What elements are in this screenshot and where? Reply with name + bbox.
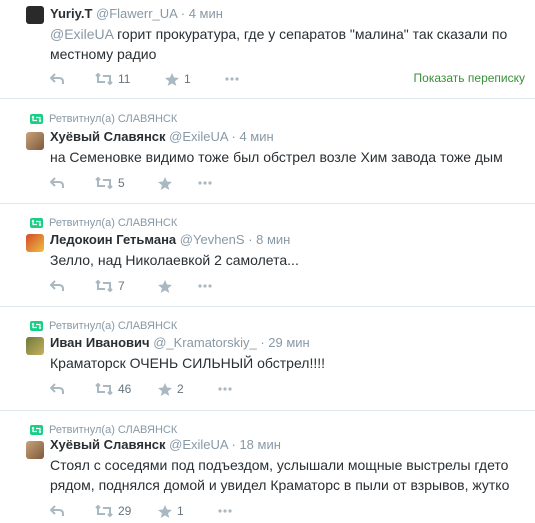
avatar[interactable] (26, 337, 44, 355)
author-handle[interactable]: @YevhenS (180, 232, 245, 247)
retweet-icon (95, 280, 113, 292)
favorite-action[interactable]: 2 (158, 382, 218, 396)
tweet-time[interactable]: · 18 мин (232, 437, 281, 452)
retweet-count: 11 (118, 72, 131, 86)
reply-icon[interactable] (50, 383, 95, 395)
author-handle[interactable]: @Flawerr_UA (96, 6, 177, 21)
retweeted-by: Ретвитнул(а) СЛАВЯНСК (30, 217, 177, 229)
favorite-action[interactable] (158, 279, 198, 293)
retweet-badge-icon (30, 218, 43, 228)
tweet-header: Ледокоин Гетьмана @YevhenS · 8 мин (50, 232, 290, 247)
more-icon[interactable] (218, 509, 232, 513)
tweet-time[interactable]: · 4 мин (232, 129, 274, 144)
tweet-1[interactable]: Yuriy.T @Flawerr_UA · 4 мин @ExileUA гор… (0, 0, 535, 98)
more-icon[interactable] (198, 284, 212, 288)
retweet-icon (95, 73, 113, 85)
more-icon[interactable] (225, 77, 239, 81)
tweet-actions: 7 (50, 278, 212, 294)
mention-link[interactable]: @ExileUA (50, 26, 113, 42)
avatar[interactable] (26, 234, 44, 252)
favorite-icon (158, 176, 172, 190)
tweet-header: Yuriy.T @Flawerr_UA · 4 мин (50, 6, 223, 21)
retweet-icon (95, 505, 113, 517)
tweet-text: на Семеновке видимо тоже был обстрел воз… (50, 149, 503, 165)
author-handle[interactable]: @_Kramatorskiy_ (153, 335, 257, 350)
tweet-actions: 11 1 (50, 71, 239, 87)
retweeted-by-label[interactable]: Ретвитнул(а) СЛАВЯНСК (49, 320, 177, 332)
author-handle[interactable]: @ExileUA (169, 129, 228, 144)
tweet-time[interactable]: · 29 мин (260, 335, 309, 350)
retweet-badge-icon (30, 321, 43, 331)
author-name[interactable]: Хуёвый Славянск (50, 129, 166, 144)
tweet-time[interactable]: · 8 мин (248, 232, 290, 247)
favorite-count: 1 (184, 72, 191, 86)
reply-icon[interactable] (50, 73, 95, 85)
retweet-count: 7 (118, 279, 125, 293)
tweet-header: Хуёвый Славянск @ExileUA · 18 мин (50, 437, 281, 452)
reply-icon[interactable] (50, 177, 95, 189)
tweet-actions: 5 (50, 175, 212, 191)
favorite-action[interactable] (158, 176, 198, 190)
favorite-icon (165, 72, 179, 86)
retweeted-by-label[interactable]: Ретвитнул(а) СЛАВЯНСК (49, 113, 177, 125)
retweeted-by: Ретвитнул(а) СЛАВЯНСК (30, 424, 177, 436)
retweet-badge-icon (30, 425, 43, 435)
retweet-action[interactable]: 29 (95, 504, 158, 518)
favorite-icon (158, 382, 172, 396)
favorite-icon (158, 504, 172, 518)
author-name[interactable]: Yuriy.T (50, 6, 92, 21)
author-name[interactable]: Ледокоин Гетьмана (50, 232, 176, 247)
tweet-actions: 46 2 (50, 381, 232, 397)
tweet-header: Иван Иванович @_Kramatorskiy_ · 29 мин (50, 335, 310, 350)
tweet-body: горит прокуратура, где у сепаратов "мали… (50, 26, 508, 62)
tweet-text: Краматорск ОЧЕНЬ СИЛЬНЫЙ обстрел!!!! (50, 355, 326, 371)
favorite-action[interactable]: 1 (165, 72, 225, 86)
retweeted-by: Ретвитнул(а) СЛАВЯНСК (30, 113, 177, 125)
more-icon[interactable] (198, 181, 212, 185)
show-conversation-link[interactable]: Показать переписку (414, 71, 525, 85)
reply-icon[interactable] (50, 505, 95, 517)
favorite-count: 2 (177, 382, 184, 396)
retweeted-by: Ретвитнул(а) СЛАВЯНСК (30, 320, 177, 332)
avatar[interactable] (26, 441, 44, 459)
author-handle[interactable]: @ExileUA (169, 437, 228, 452)
tweet-4[interactable]: Ретвитнул(а) СЛАВЯНСК Иван Иванович @_Kr… (0, 307, 535, 410)
tweet-text: Зелло, над Николаевкой 2 самолета... (50, 252, 299, 268)
retweet-count: 46 (118, 382, 132, 396)
tweet-2[interactable]: Ретвитнул(а) СЛАВЯНСК Хуёвый Славянск @E… (0, 99, 535, 203)
retweet-count: 5 (118, 176, 125, 190)
author-name[interactable]: Хуёвый Славянск (50, 437, 166, 452)
tweet-text: Стоял с соседями под подъездом, услышали… (50, 457, 510, 493)
tweet-3[interactable]: Ретвитнул(а) СЛАВЯНСК Ледокоин Гетьмана … (0, 204, 535, 306)
reply-icon[interactable] (50, 280, 95, 292)
tweet-time[interactable]: · 4 мин (181, 6, 223, 21)
favorite-action[interactable]: 1 (158, 504, 218, 518)
tweet-header: Хуёвый Славянск @ExileUA · 4 мин (50, 129, 274, 144)
retweet-icon (95, 177, 113, 189)
retweet-action[interactable]: 5 (95, 176, 158, 190)
tweet-text: @ExileUA горит прокуратура, где у сепара… (50, 24, 530, 64)
avatar[interactable] (26, 132, 44, 150)
retweet-badge-icon (30, 114, 43, 124)
retweet-count: 29 (118, 504, 132, 518)
retweeted-by-label[interactable]: Ретвитнул(а) СЛАВЯНСК (49, 217, 177, 229)
retweet-action[interactable]: 7 (95, 279, 158, 293)
retweet-action[interactable]: 46 (95, 382, 158, 396)
retweeted-by-label[interactable]: Ретвитнул(а) СЛАВЯНСК (49, 424, 177, 436)
more-icon[interactable] (218, 387, 232, 391)
author-name[interactable]: Иван Иванович (50, 335, 150, 350)
retweet-icon (95, 383, 113, 395)
favorite-icon (158, 279, 172, 293)
favorite-count: 1 (177, 504, 184, 518)
tweet-actions: 29 1 (50, 503, 232, 519)
avatar[interactable] (26, 6, 44, 24)
tweet-5[interactable]: Ретвитнул(а) СЛАВЯНСК Хуёвый Славянск @E… (0, 411, 535, 523)
retweet-action[interactable]: 11 (95, 72, 165, 86)
